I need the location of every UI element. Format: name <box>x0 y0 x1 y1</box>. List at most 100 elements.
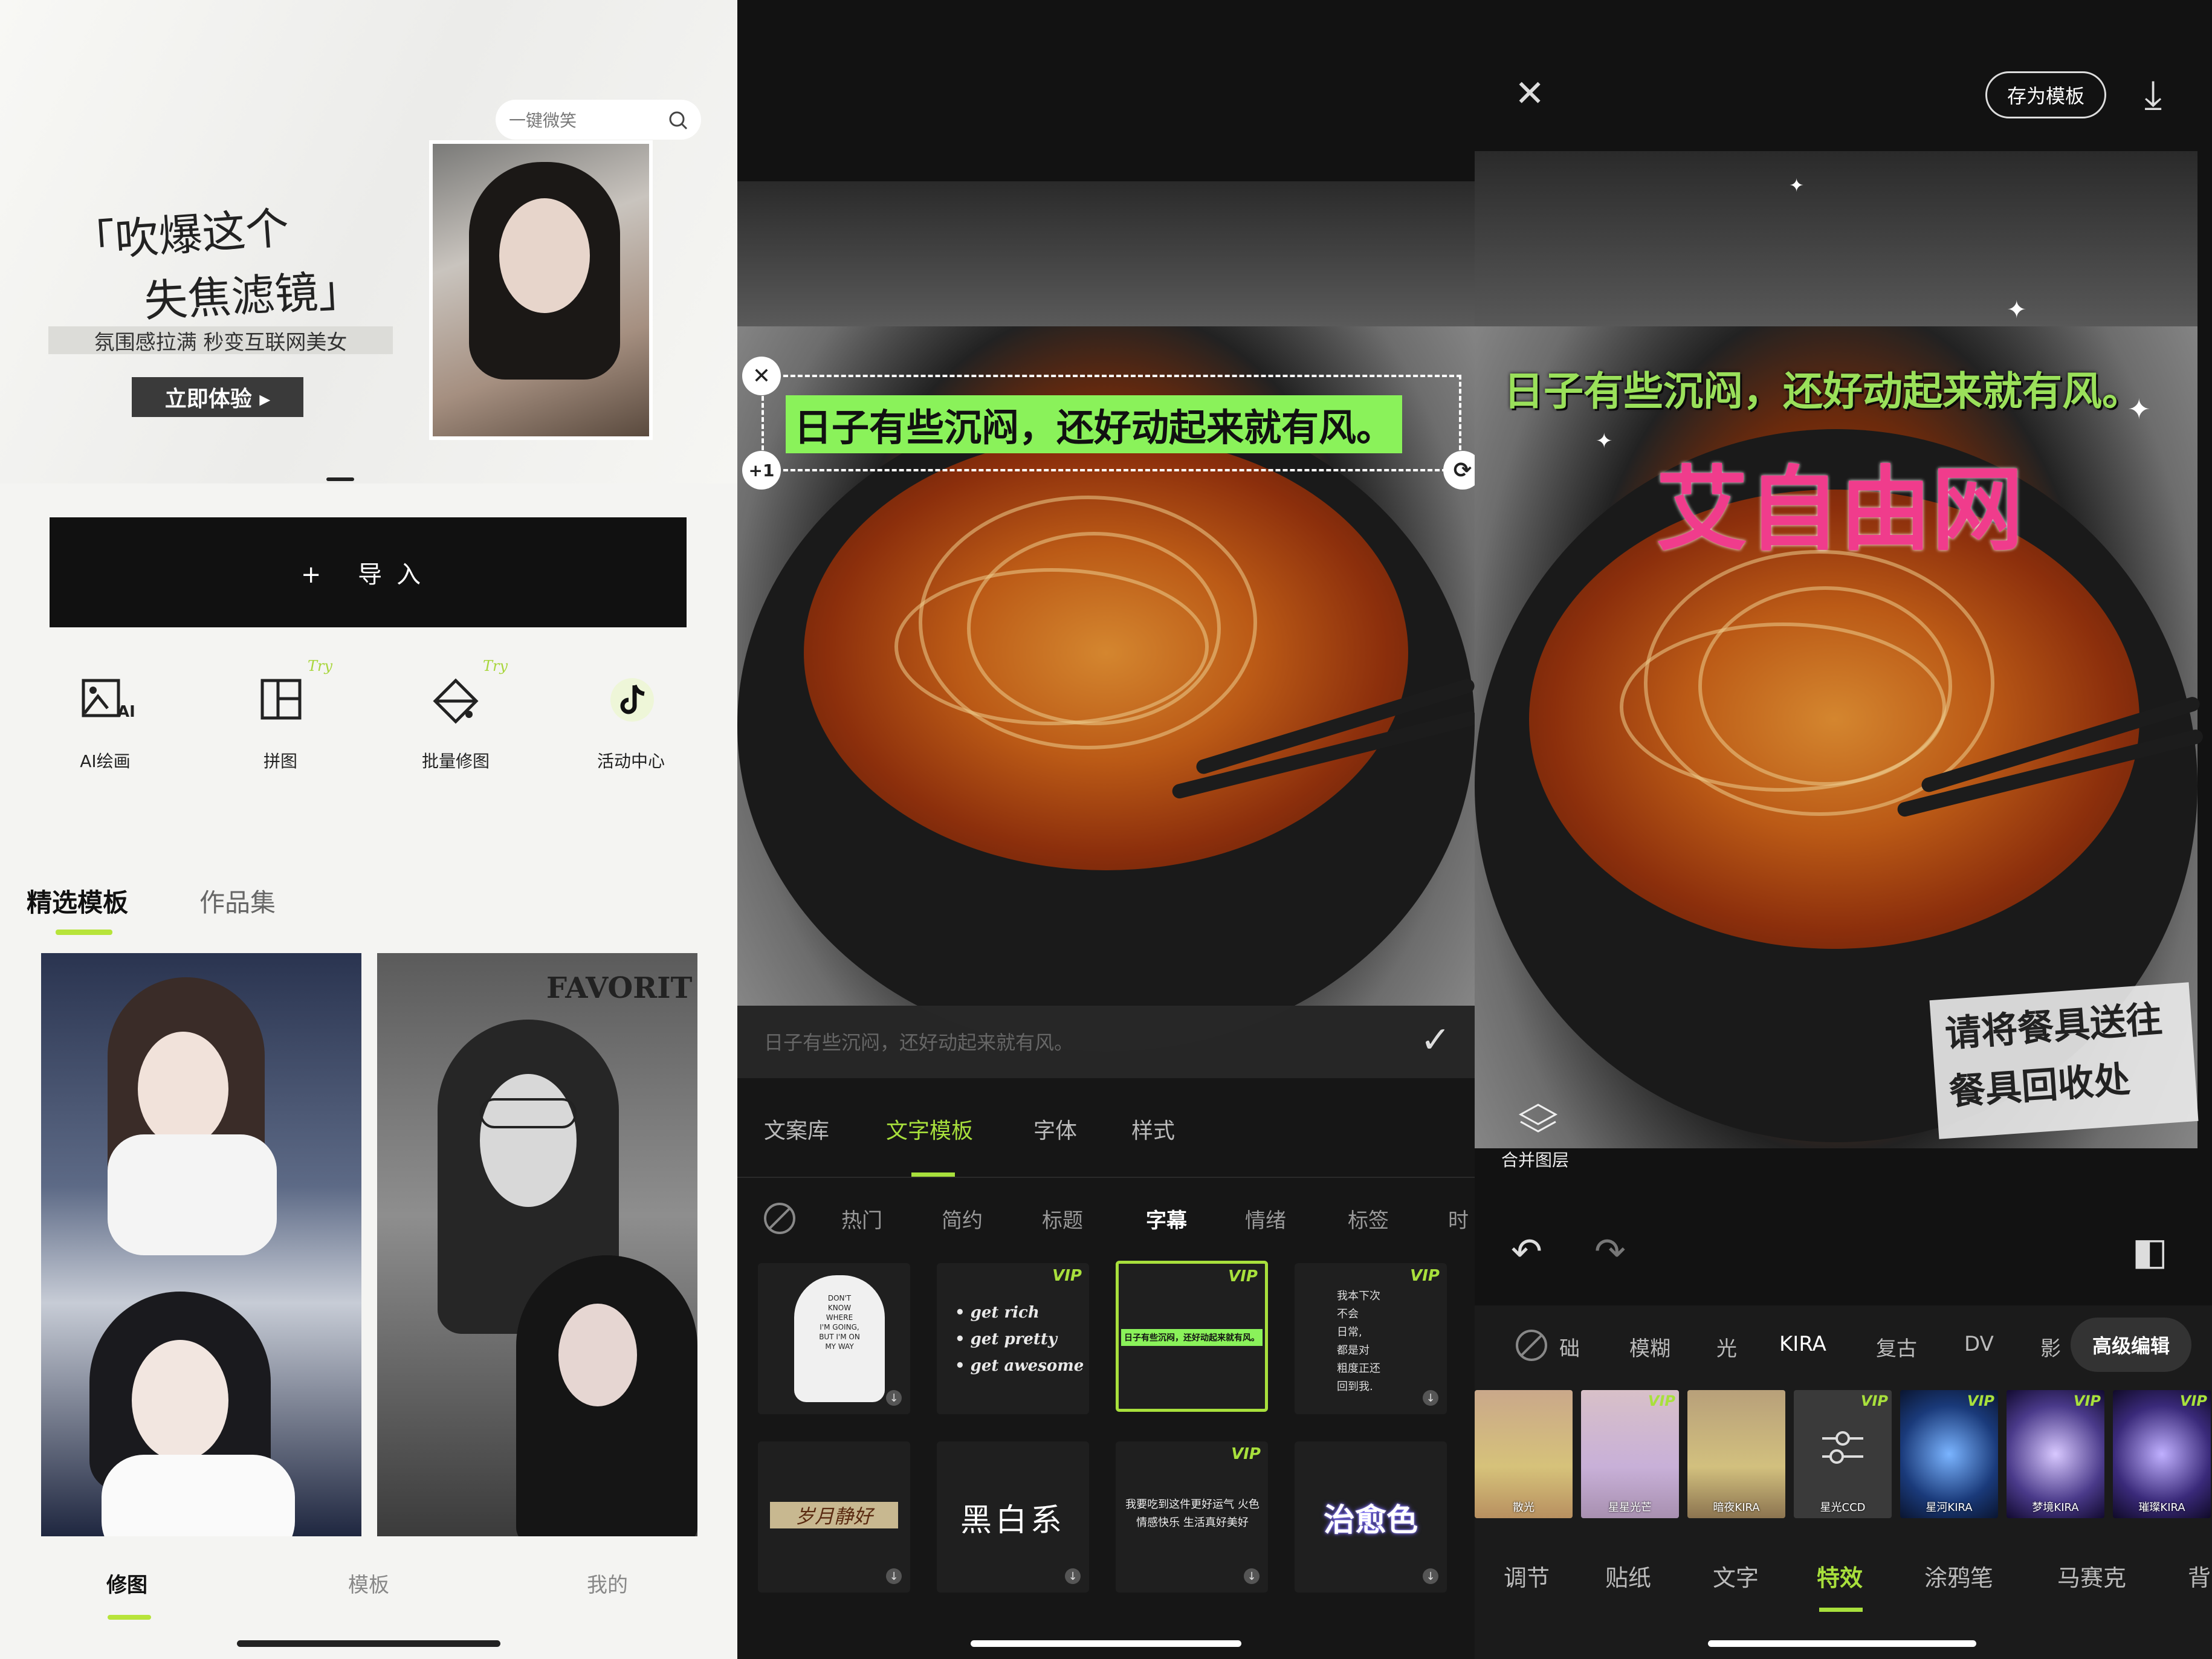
filter-category-kira[interactable]: KIRA <box>1779 1332 1826 1356</box>
filter-thumb[interactable]: VIP 星光CCD <box>1794 1390 1892 1518</box>
filter-thumb[interactable]: 散光 <box>1475 1390 1573 1518</box>
caption-input[interactable]: 日子有些沉闷，还好动起来就有风。 <box>764 1027 1073 1055</box>
compare-icon[interactable]: ◧ <box>2132 1229 2168 1273</box>
nav-edit[interactable]: 修图 <box>48 1568 205 1598</box>
photo-canvas[interactable] <box>737 181 1475 1052</box>
text-template-tile[interactable]: 岁月静好 ↓ <box>758 1441 910 1593</box>
none-icon[interactable] <box>1515 1328 1548 1362</box>
category-tag[interactable]: 标签 <box>1348 1204 1389 1234</box>
active-tab-underline <box>56 930 112 935</box>
tool-label: 批量修图 <box>421 751 490 771</box>
vip-badge: VIP <box>1228 1267 1258 1285</box>
collage-icon <box>260 679 302 720</box>
tool-activity-center[interactable]: 活动中心 <box>571 671 691 780</box>
caption-text[interactable]: 日子有些沉闷，还好动起来就有风。 <box>1504 359 2142 417</box>
filter-category-basic[interactable]: 础 <box>1559 1332 1580 1362</box>
filter-category-light[interactable]: 光 <box>1716 1332 1737 1362</box>
tool-text[interactable]: 文字 <box>1713 1559 1759 1593</box>
home-indicator <box>1708 1640 1976 1647</box>
text-template-tile[interactable]: 治愈色 ↓ <box>1295 1441 1447 1593</box>
text-template-tile-selected[interactable]: VIP 日子有些沉闷，还好动起来就有风。 <box>1116 1261 1268 1412</box>
download-icon: ↓ <box>1244 1568 1260 1584</box>
template-card[interactable]: FAVORIT <box>377 953 697 1536</box>
template-preview: 黑白系 <box>960 1502 1066 1539</box>
tab-featured-templates[interactable]: 精选模板 <box>27 882 128 919</box>
text-editor-screen: 日子有些沉闷，还好动起来就有风。 ✕ +1 ⟳ 日子有些沉闷，还好动起来就有风。… <box>737 0 1475 1659</box>
watermark-text[interactable]: 艾自由网 <box>1656 435 2023 568</box>
filter-thumb[interactable]: VIP 星星光芒 <box>1581 1390 1679 1518</box>
template-card[interactable] <box>41 953 361 1536</box>
card-figure-face <box>138 1032 228 1146</box>
tool-effects[interactable]: 特效 <box>1817 1559 1863 1593</box>
filter-category-blur[interactable]: 模糊 <box>1629 1332 1670 1362</box>
sparkle-icon: ✦ <box>1789 175 1805 196</box>
undo-icon[interactable]: ↶ <box>1511 1229 1542 1273</box>
category-title[interactable]: 标题 <box>1042 1204 1083 1234</box>
confirm-icon[interactable]: ✓ <box>1420 1019 1450 1061</box>
search-input[interactable]: 一键微笑 <box>509 108 577 132</box>
filter-label: 星河KIRA <box>1926 1501 1973 1514</box>
template-line: BUT I'M ON <box>819 1333 860 1341</box>
tab-font[interactable]: 字体 <box>1033 1113 1077 1145</box>
tool-collage[interactable]: Try 拼图 <box>220 658 341 780</box>
home-screen: 「吹爆这个 失焦滤镜」 氛围感拉满 秒变互联网美女 立即体验 ▸ 一键微笑 + … <box>0 0 737 1659</box>
card-figure-dress <box>108 1134 277 1255</box>
category-time[interactable]: 时 <box>1448 1204 1469 1234</box>
banner-subtitle: 氛围感拉满 秒变互联网美女 <box>48 326 393 355</box>
tool-adjust[interactable]: 调节 <box>1504 1559 1550 1593</box>
tab-style[interactable]: 样式 <box>1131 1113 1175 1145</box>
search-bar[interactable]: 一键微笑 <box>496 100 701 140</box>
duplicate-caption-button[interactable]: +1 <box>742 451 781 490</box>
caption-text[interactable]: 日子有些沉闷，还好动起来就有风。 <box>786 395 1402 453</box>
text-template-tile[interactable]: VIP • get rich • get pretty • get awesom… <box>937 1263 1089 1414</box>
nav-mine[interactable]: 我的 <box>529 1568 686 1598</box>
download-icon: ↓ <box>886 1390 902 1406</box>
tab-copy-library[interactable]: 文案库 <box>764 1113 829 1145</box>
category-subtitle[interactable]: 字幕 <box>1146 1204 1187 1234</box>
tab-text-templates[interactable]: 文字模板 <box>886 1113 973 1145</box>
background-scene <box>1475 151 2197 326</box>
close-icon[interactable]: ✕ <box>1515 73 1545 115</box>
category-mood[interactable]: 情绪 <box>1245 1204 1286 1234</box>
text-template-tile[interactable]: VIP 我本下次 不会 日常, 都是对 粗度正还 回到我. ↓ <box>1295 1263 1447 1414</box>
text-template-tile[interactable]: 黑白系 ↓ <box>937 1441 1089 1593</box>
filter-thumb[interactable]: VIP 梦境KIRA <box>2007 1390 2104 1518</box>
filter-thumb[interactable]: VIP 璀璨KIRA <box>2113 1390 2211 1518</box>
active-tab-underline <box>911 1172 955 1177</box>
promo-banner[interactable]: 「吹爆这个 失焦滤镜」 氛围感拉满 秒变互联网美女 立即体验 ▸ 一键微笑 <box>0 0 737 483</box>
filter-thumb[interactable]: 暗夜KIRA <box>1687 1390 1785 1518</box>
tool-ai-drawing[interactable]: AI AI绘画 <box>45 671 166 780</box>
filter-category-dv[interactable]: DV <box>1964 1332 1994 1356</box>
text-template-tile[interactable]: DON'T KNOW WHERE I'M GOING, BUT I'M ON M… <box>758 1263 910 1414</box>
tool-label: AI绘画 <box>80 751 131 771</box>
nav-templates[interactable]: 模板 <box>290 1568 447 1598</box>
category-simple[interactable]: 简约 <box>942 1204 983 1234</box>
tool-stickers[interactable]: 贴纸 <box>1605 1559 1651 1593</box>
background-scene <box>737 181 1475 326</box>
tab-portfolio[interactable]: 作品集 <box>199 882 276 919</box>
search-icon <box>669 111 688 130</box>
filter-category-advanced-edit[interactable]: 高级编辑 <box>2071 1318 2191 1372</box>
redo-icon[interactable]: ↷ <box>1594 1229 1626 1273</box>
text-template-tile[interactable]: VIP 我要吃到这件更好运气 火色情感快乐 生活真好美好 ↓ <box>1116 1441 1268 1593</box>
filter-thumb[interactable]: VIP 星河KIRA <box>1900 1390 1998 1518</box>
vip-badge: VIP <box>2179 1392 2207 1409</box>
noodle-strand <box>894 568 1209 725</box>
merge-layers-label[interactable]: 合并图层 <box>1501 1147 1569 1171</box>
layers-icon[interactable] <box>1517 1100 1559 1136</box>
save-as-template-button[interactable]: 存为模板 <box>1985 71 2106 118</box>
template-line: 日常, <box>1337 1326 1362 1339</box>
category-hot[interactable]: 热门 <box>841 1204 882 1234</box>
tool-brush[interactable]: 涂鸦笔 <box>1924 1559 1993 1593</box>
filter-category-shadow[interactable]: 影 <box>2040 1332 2061 1362</box>
tool-background[interactable]: 背 <box>2188 1559 2211 1593</box>
tool-mosaic[interactable]: 马赛克 <box>2057 1559 2126 1593</box>
tool-batch-edit[interactable]: Try 批量修图 <box>395 658 516 780</box>
download-icon[interactable]: ⤓ <box>2144 71 2162 119</box>
delete-caption-button[interactable]: ✕ <box>742 357 781 395</box>
import-button[interactable]: + 导入 <box>50 517 687 627</box>
none-icon[interactable] <box>763 1201 797 1235</box>
filter-category-retro[interactable]: 复古 <box>1876 1332 1917 1362</box>
try-now-button[interactable]: 立即体验 ▸ <box>132 377 303 417</box>
template-line: 不会 <box>1337 1308 1359 1321</box>
